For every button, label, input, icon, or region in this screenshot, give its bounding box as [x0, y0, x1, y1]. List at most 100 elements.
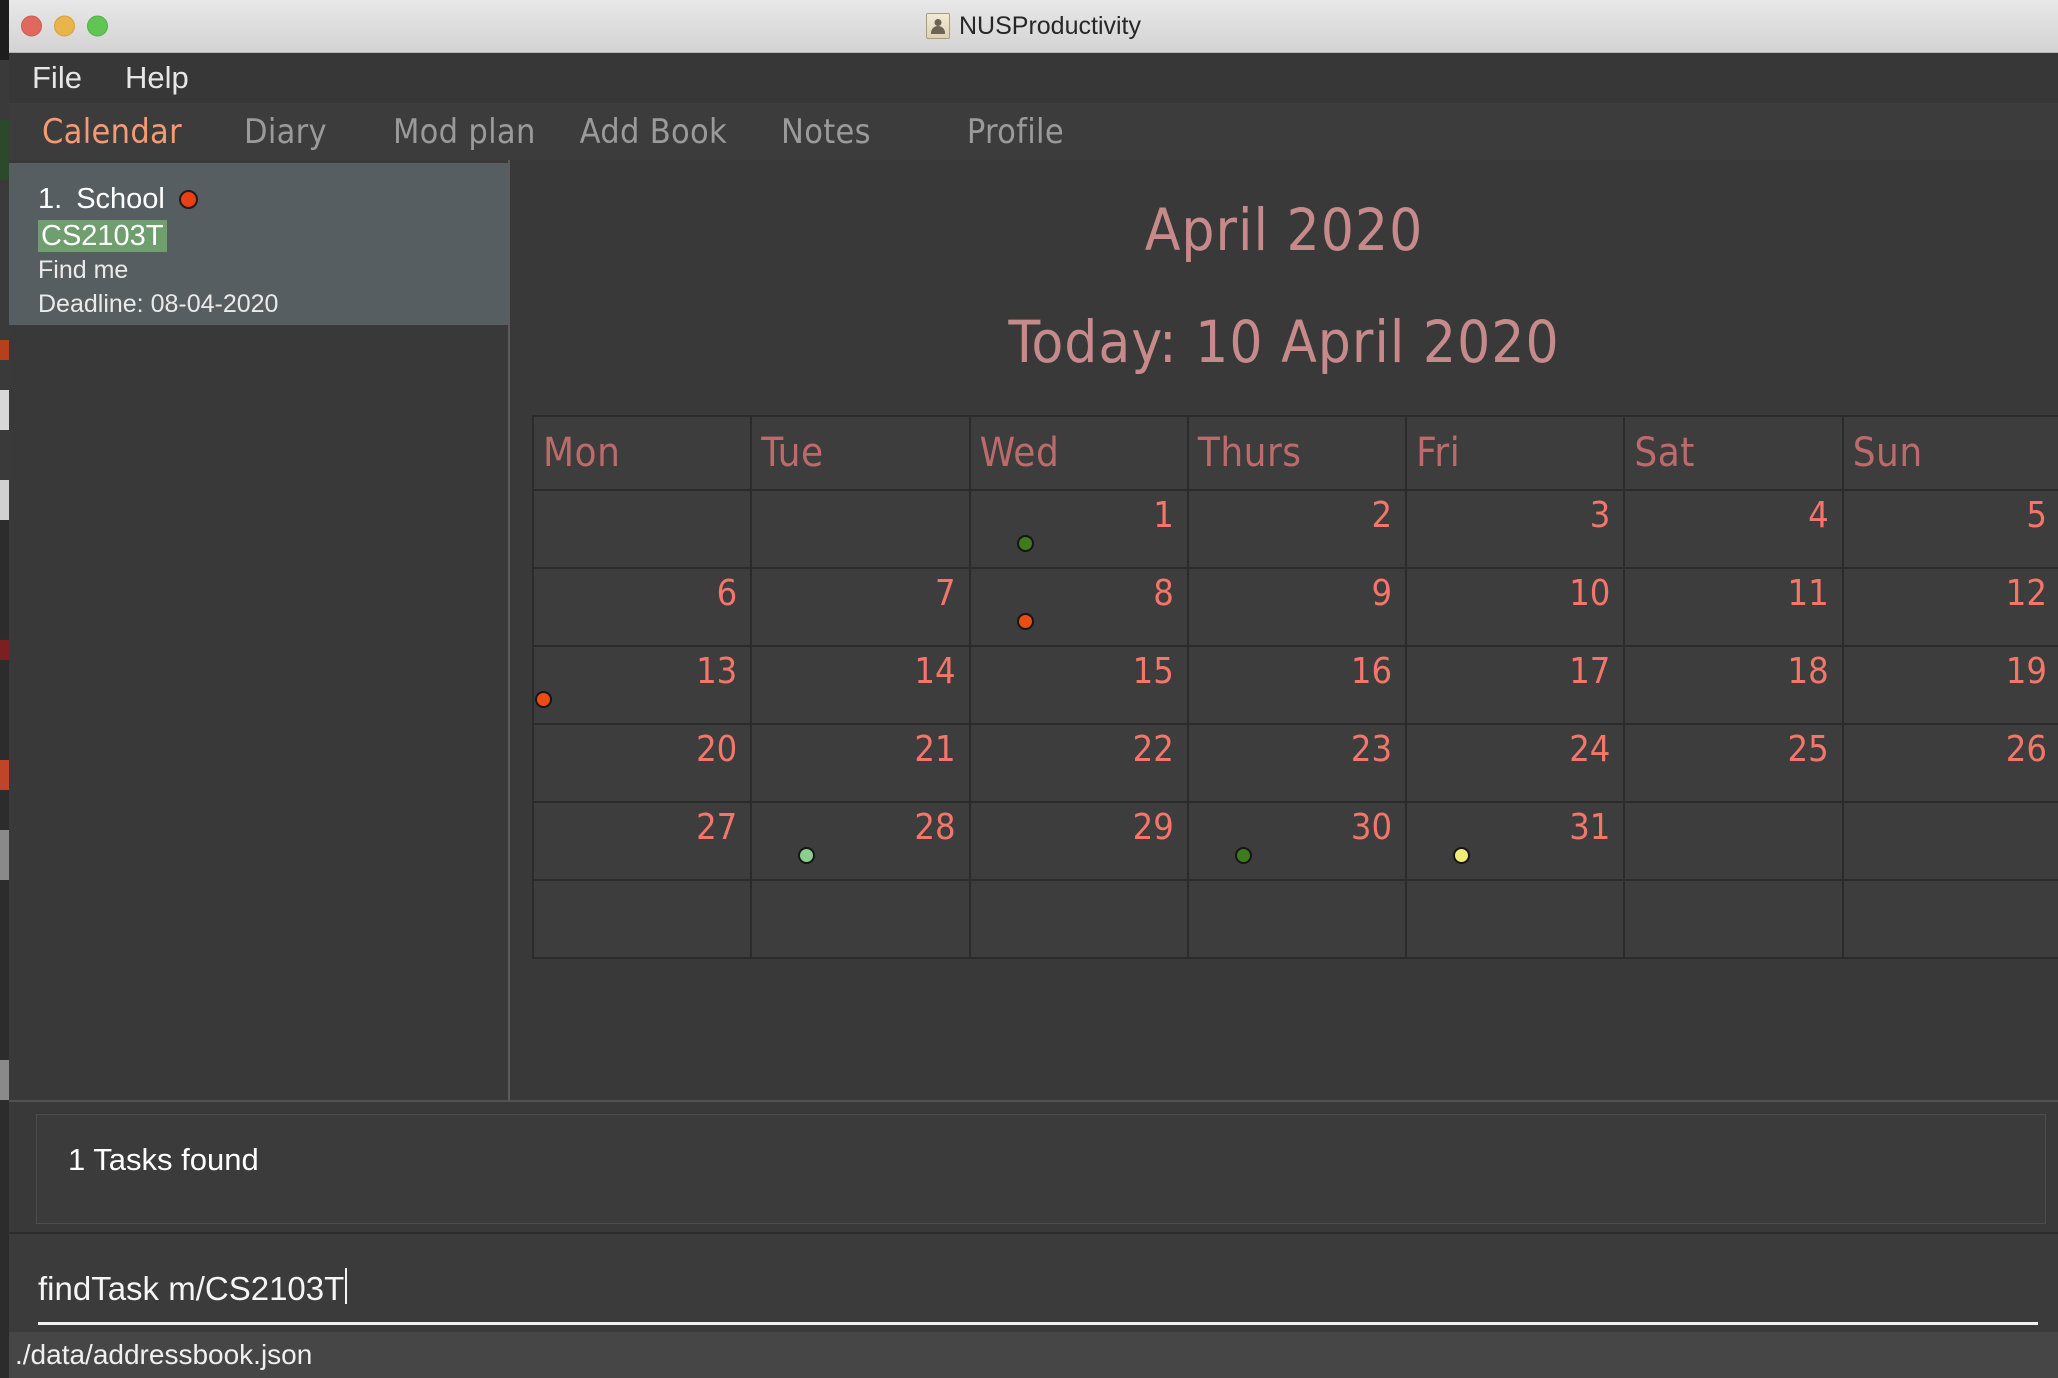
menu-item-file[interactable]: File — [32, 60, 82, 96]
maximize-window-button[interactable] — [87, 15, 108, 37]
calendar-panel: April 2020 Today: 10 April 2020 Mon Tue … — [510, 160, 2058, 1100]
tab-profile[interactable]: Profile — [967, 112, 1064, 152]
calendar-day-cell[interactable]: 18 — [1623, 645, 1844, 725]
calendar-grid: Mon Tue Wed Thurs Fri Sat Sun 1234567891… — [531, 415, 2058, 959]
calendar-week-row: 13 14 15 16 17 18 19 — [531, 645, 2058, 725]
calendar-day-cell[interactable]: 12 — [1841, 567, 2058, 647]
calendar-day-number: 13 — [696, 651, 738, 692]
calendar-day-cell[interactable]: 31 — [1405, 801, 1626, 881]
list-item[interactable]: 1. School CS2103T Find me Deadline: 08-0… — [9, 163, 508, 325]
window-controls — [21, 15, 108, 37]
calendar-empty-cell — [1841, 879, 2058, 959]
calendar-day-cell[interactable]: 15 — [968, 645, 1189, 725]
calendar-day-cell[interactable]: 30 — [1186, 801, 1408, 881]
tab-notes[interactable]: Notes — [781, 112, 871, 152]
calendar-day-cell[interactable]: 13 — [531, 645, 753, 725]
calendar-day-number: 26 — [2005, 729, 2047, 770]
command-input-value: findTask m/CS2103T — [38, 1270, 345, 1307]
calendar-day-number: 15 — [1132, 651, 1174, 692]
calendar-event-dot-icon — [1234, 847, 1252, 864]
calendar-day-number — [1844, 881, 2058, 885]
calendar-week-row: 6 7 8 9 10 11 12 — [531, 567, 2058, 647]
calendar-day-cell[interactable]: 20 — [531, 723, 753, 803]
calendar-day-cell[interactable]: 1 — [968, 489, 1189, 569]
calendar-day-cell[interactable]: 23 — [1186, 723, 1408, 803]
calendar-day-number: 23 — [1350, 729, 1393, 770]
calendar-day-cell[interactable]: 19 — [1841, 645, 2058, 725]
menu-item-help[interactable]: Help — [125, 60, 189, 96]
status-bar: ./data/addressbook.json — [9, 1332, 2058, 1378]
calendar-day-cell[interactable]: 25 — [1623, 723, 1844, 803]
tab-mod-plan[interactable]: Mod plan — [393, 112, 536, 152]
calendar-week-row — [531, 879, 2058, 959]
calendar-day-number: 9 — [1371, 573, 1393, 614]
calendar-day-number: 7 — [934, 573, 956, 614]
calendar-day-number: 11 — [1787, 573, 1829, 614]
calendar-day-cell[interactable]: 7 — [750, 567, 971, 647]
calendar-day-cell[interactable]: 8 — [968, 567, 1189, 647]
window-title: NUSProductivity — [959, 11, 1141, 40]
calendar-empty-cell — [1405, 879, 1626, 959]
calendar-event-dot-icon — [1453, 847, 1471, 864]
calendar-day-cell[interactable]: 17 — [1405, 645, 1626, 725]
close-window-button[interactable] — [21, 15, 42, 37]
task-name: School — [76, 183, 165, 215]
calendar-empty-cell — [968, 879, 1189, 959]
result-display-box: 1 Tasks found — [36, 1114, 2046, 1224]
calendar-day-number: 1 — [1153, 495, 1174, 536]
calendar-day-number: 29 — [1132, 807, 1174, 848]
task-index: 1. — [38, 183, 63, 215]
calendar-day-number — [1844, 803, 2058, 807]
calendar-day-cell[interactable]: 16 — [1186, 645, 1408, 725]
calendar-day-cell[interactable]: 3 — [1405, 489, 1626, 569]
calendar-day-cell[interactable]: 11 — [1623, 567, 1844, 647]
calendar-day-number: 25 — [1787, 729, 1829, 770]
result-display-area: 1 Tasks found — [9, 1100, 2058, 1232]
calendar-day-number: 28 — [914, 807, 956, 848]
calendar-day-cell[interactable]: 14 — [750, 645, 971, 725]
main-content-area: 1. School CS2103T Find me Deadline: 08-0… — [9, 160, 2058, 1100]
calendar-day-number: 6 — [716, 573, 738, 614]
tab-calendar[interactable]: Calendar — [42, 112, 182, 152]
calendar-day-cell[interactable]: 6 — [531, 567, 753, 647]
calendar-header-mon: Mon — [531, 415, 753, 491]
calendar-week-row: 27 28 29 30 31 — [531, 801, 2058, 881]
calendar-day-cell[interactable]: 9 — [1186, 567, 1408, 647]
task-title-row: 1. School — [38, 183, 508, 216]
text-cursor — [345, 1268, 348, 1304]
calendar-day-cell[interactable]: 24 — [1405, 723, 1626, 803]
calendar-day-number: 20 — [696, 729, 738, 770]
calendar-day-number: 22 — [1132, 729, 1174, 770]
menu-bar: File Help — [9, 53, 2058, 103]
calendar-day-cell[interactable]: 27 — [531, 801, 753, 881]
calendar-month-title: April 2020 — [1144, 196, 1424, 264]
calendar-empty-cell — [750, 879, 971, 959]
calendar-day-cell[interactable]: 5 — [1841, 489, 2058, 569]
calendar-day-cell[interactable]: 26 — [1841, 723, 2058, 803]
calendar-day-number: 18 — [1787, 651, 1829, 692]
calendar-body: 1 2 3 4 5 6 7 8 9 10 11 12 13 14 15 16 17 18 19 20 21 22 23 24 2… — [531, 489, 2058, 959]
calendar-day-number — [752, 491, 968, 495]
calendar-day-cell[interactable]: 29 — [968, 801, 1189, 881]
calendar-day-cell[interactable]: 28 — [750, 801, 971, 881]
calendar-day-cell[interactable]: 22 — [968, 723, 1189, 803]
contact-card-icon — [926, 13, 950, 39]
calendar-header-row: Mon Tue Wed Thurs Fri Sat Sun — [531, 415, 2058, 491]
calendar-day-cell[interactable]: 21 — [750, 723, 971, 803]
calendar-header-sat: Sat — [1623, 415, 1844, 491]
calendar-day-cell[interactable]: 2 — [1186, 489, 1408, 569]
calendar-header-wed: Wed — [968, 415, 1189, 491]
minimize-window-button[interactable] — [54, 15, 75, 37]
calendar-day-cell[interactable]: 10 — [1405, 567, 1626, 647]
calendar-day-number — [1625, 803, 1841, 807]
calendar-day-cell[interactable]: 4 — [1623, 489, 1844, 569]
task-deadline: Deadline: 08-04-2020 — [38, 290, 279, 319]
calendar-day-number: 31 — [1569, 807, 1611, 848]
tab-diary[interactable]: Diary — [244, 112, 327, 152]
command-input[interactable]: findTask m/CS2103T — [38, 1264, 2038, 1325]
calendar-today-title: Today: 10 April 2020 — [1008, 308, 1560, 376]
tab-add-book[interactable]: Add Book — [580, 112, 727, 152]
calendar-day-number: 10 — [1569, 573, 1611, 614]
calendar-day-number: 2 — [1371, 495, 1393, 536]
command-input-area: findTask m/CS2103T — [9, 1232, 2058, 1334]
